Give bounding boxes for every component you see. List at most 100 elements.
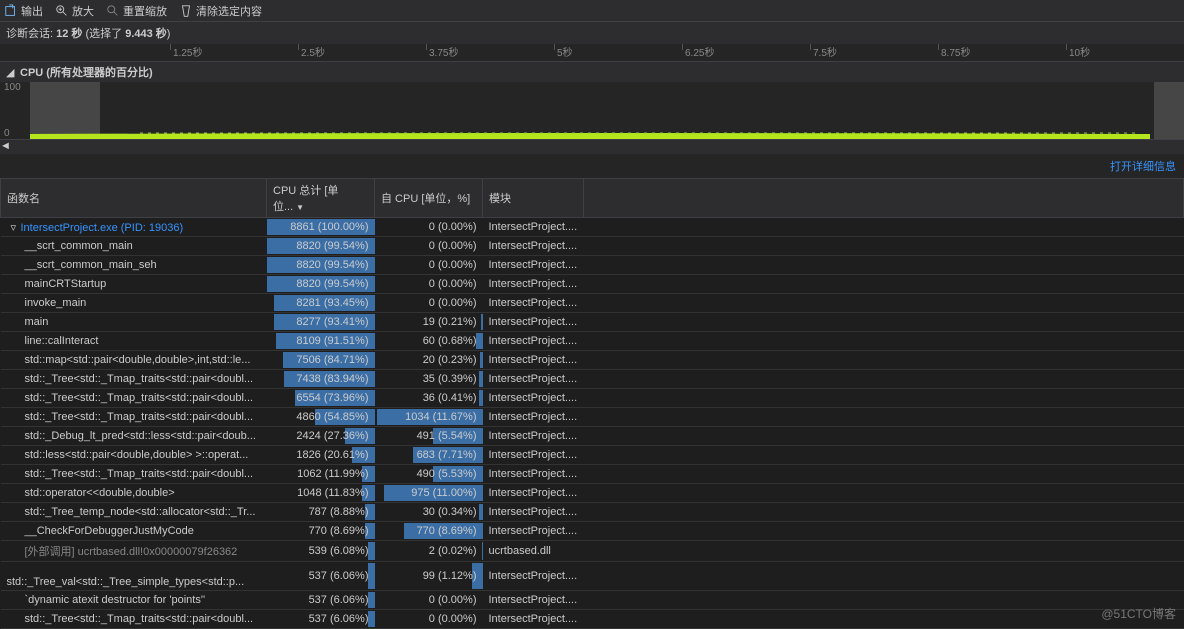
- session-selected: 9.443 秒: [125, 28, 167, 40]
- cpu-total-value: 8109 (91.51%): [296, 335, 368, 347]
- cpu-total-value: 537 (6.06%): [309, 570, 369, 582]
- function-name: main: [25, 316, 49, 328]
- col-module[interactable]: 模块: [483, 179, 584, 218]
- clear-icon: [179, 4, 193, 18]
- table-row[interactable]: __scrt_common_main8820 (99.54%)0 (0.00%)…: [1, 237, 1184, 256]
- table-row[interactable]: mainCRTStartup8820 (99.54%)0 (0.00%)Inte…: [1, 275, 1184, 294]
- function-name: std::_Tree<std::_Tmap_traits<std::pair<d…: [25, 373, 254, 385]
- table-row[interactable]: main8277 (93.41%)19 (0.21%)IntersectProj…: [1, 313, 1184, 332]
- open-details-link[interactable]: 打开详细信息: [0, 154, 1184, 178]
- cpu-ymax: 100: [4, 82, 21, 93]
- table-row[interactable]: __CheckForDebuggerJustMyCode770 (8.69%)7…: [1, 522, 1184, 541]
- module-name: IntersectProject....: [483, 218, 584, 237]
- reset-zoom-icon: [106, 4, 120, 18]
- cpu-total-value: 2424 (27.36%): [296, 430, 368, 442]
- table-row[interactable]: std::_Tree<std::_Tmap_traits<std::pair<d…: [1, 465, 1184, 484]
- cpu-total-value: 7438 (83.94%): [296, 373, 368, 385]
- zoom-in-icon: [55, 4, 69, 18]
- col-cpu-self[interactable]: 自 CPU [单位，%]: [375, 179, 483, 218]
- zoom-in-button[interactable]: 放大: [55, 3, 94, 19]
- module-name: IntersectProject....: [483, 389, 584, 408]
- table-row[interactable]: line::calInteract8109 (91.51%)60 (0.68%)…: [1, 332, 1184, 351]
- horizontal-scrollbar[interactable]: ◄: [0, 140, 1184, 154]
- cpu-self-value: 20 (0.23%): [423, 354, 477, 366]
- cpu-header-label: CPU (所有处理器的百分比): [20, 64, 153, 80]
- session-prefix: 诊断会话:: [6, 28, 56, 40]
- module-name: ucrtbased.dll: [483, 541, 584, 562]
- cpu-self-value: 975 (11.00%): [411, 487, 476, 499]
- module-name: IntersectProject....: [483, 503, 584, 522]
- module-name: IntersectProject....: [483, 465, 584, 484]
- function-table: 函数名 CPU 总计 [单位...▼ 自 CPU [单位，%] 模块 ▿Inte…: [0, 178, 1184, 629]
- cpu-total-value: 8820 (99.54%): [296, 240, 368, 252]
- ruler-tick: 6.25秒: [682, 44, 714, 50]
- reset-zoom-label: 重置缩放: [123, 3, 167, 19]
- cpu-total-value: 1826 (20.61%): [296, 449, 368, 461]
- time-ruler[interactable]: 1.25秒2.5秒3.75秒5秒6.25秒7.5秒8.75秒10秒: [0, 44, 1184, 62]
- table-row[interactable]: invoke_main8281 (93.45%)0 (0.00%)Interse…: [1, 294, 1184, 313]
- table-row[interactable]: std::_Tree_val<std::_Tree_simple_types<s…: [1, 562, 1184, 591]
- col-cpu-total[interactable]: CPU 总计 [单位...▼: [267, 179, 375, 218]
- ruler-tick: 5秒: [554, 44, 573, 50]
- table-row[interactable]: std::_Tree_temp_node<std::allocator<std:…: [1, 503, 1184, 522]
- function-name: [外部调用] ucrtbased.dll!0x00000079f26362: [25, 546, 238, 558]
- function-name: std::operator<<double,double>: [25, 487, 175, 499]
- tree-toggle-icon[interactable]: ▿: [11, 221, 21, 234]
- output-label: 输出: [21, 3, 43, 19]
- clear-selection-button[interactable]: 清除选定内容: [179, 3, 262, 19]
- module-name: IntersectProject....: [483, 408, 584, 427]
- cpu-total-value: 8820 (99.54%): [296, 278, 368, 290]
- cpu-section-header[interactable]: ◢ CPU (所有处理器的百分比): [0, 62, 1184, 82]
- table-row[interactable]: [外部调用] ucrtbased.dll!0x00000079f26362539…: [1, 541, 1184, 562]
- cpu-self-value: 770 (8.69%): [417, 525, 477, 537]
- cpu-self-value: 30 (0.34%): [423, 506, 477, 518]
- cpu-self-value: 60 (0.68%): [423, 335, 477, 347]
- function-name: std::_Tree_temp_node<std::allocator<std:…: [25, 506, 256, 518]
- ruler-tick: 3.75秒: [426, 44, 458, 50]
- cpu-total-value: 787 (8.88%): [309, 506, 369, 518]
- cpu-self-value: 0 (0.00%): [429, 240, 477, 252]
- module-name: IntersectProject....: [483, 351, 584, 370]
- module-name: IntersectProject....: [483, 256, 584, 275]
- cpu-self-value: 0 (0.00%): [429, 297, 477, 309]
- table-header-row: 函数名 CPU 总计 [单位...▼ 自 CPU [单位，%] 模块: [1, 179, 1184, 218]
- function-name: std::_Tree_val<std::_Tree_simple_types<s…: [7, 576, 245, 588]
- table-row[interactable]: std::less<std::pair<double,double> >::op…: [1, 446, 1184, 465]
- cpu-total-value: 770 (8.69%): [309, 525, 369, 537]
- function-name: std::_Tree<std::_Tmap_traits<std::pair<d…: [25, 392, 254, 404]
- table-row[interactable]: std::operator<<double,double> 1048 (11.83…: [1, 484, 1184, 503]
- col-function-name[interactable]: 函数名: [1, 179, 267, 218]
- clear-selection-label: 清除选定内容: [196, 3, 262, 19]
- cpu-total-value: 8277 (93.41%): [296, 316, 368, 328]
- cpu-total-value: 1048 (11.83%): [297, 487, 368, 499]
- ruler-tick: 1.25秒: [170, 44, 202, 50]
- reset-zoom-button[interactable]: 重置缩放: [106, 3, 167, 19]
- table-row[interactable]: __scrt_common_main_seh8820 (99.54%)0 (0.…: [1, 256, 1184, 275]
- cpu-self-value: 490 (5.53%): [417, 468, 477, 480]
- table-row[interactable]: std::_Tree<std::_Tmap_traits<std::pair<d…: [1, 389, 1184, 408]
- module-name: IntersectProject....: [483, 610, 584, 629]
- function-name: std::_Tree<std::_Tmap_traits<std::pair<d…: [25, 468, 254, 480]
- ruler-tick: 2.5秒: [298, 44, 325, 50]
- output-button[interactable]: 输出: [4, 3, 43, 19]
- module-name: IntersectProject....: [483, 522, 584, 541]
- table-row[interactable]: ▿IntersectProject.exe (PID: 19036)8861 (…: [1, 218, 1184, 237]
- col-cpu-total-label: CPU 总计 [单位...: [273, 185, 338, 213]
- table-row[interactable]: `dynamic atexit destructor for 'points''…: [1, 591, 1184, 610]
- table-row[interactable]: std::_Tree<std::_Tmap_traits<std::pair<d…: [1, 610, 1184, 629]
- module-name: IntersectProject....: [483, 237, 584, 256]
- cpu-self-value: 2 (0.02%): [429, 545, 477, 557]
- toolbar: 输出 放大 重置缩放 清除选定内容: [0, 0, 1184, 22]
- cpu-chart[interactable]: 100 0: [0, 82, 1184, 140]
- table-row[interactable]: std::_Debug_lt_pred<std::less<std::pair<…: [1, 427, 1184, 446]
- session-sel-prefix: (选择了: [82, 28, 125, 40]
- table-row[interactable]: std::map<std::pair<double,double>,int,st…: [1, 351, 1184, 370]
- module-name: IntersectProject....: [483, 427, 584, 446]
- module-name: IntersectProject....: [483, 313, 584, 332]
- table-row[interactable]: std::_Tree<std::_Tmap_traits<std::pair<d…: [1, 408, 1184, 427]
- function-name: std::_Tree<std::_Tmap_traits<std::pair<d…: [25, 411, 254, 423]
- cpu-total-value: 6554 (73.96%): [296, 392, 368, 404]
- cpu-total-value: 8820 (99.54%): [296, 259, 368, 271]
- cpu-self-value: 0 (0.00%): [429, 278, 477, 290]
- table-row[interactable]: std::_Tree<std::_Tmap_traits<std::pair<d…: [1, 370, 1184, 389]
